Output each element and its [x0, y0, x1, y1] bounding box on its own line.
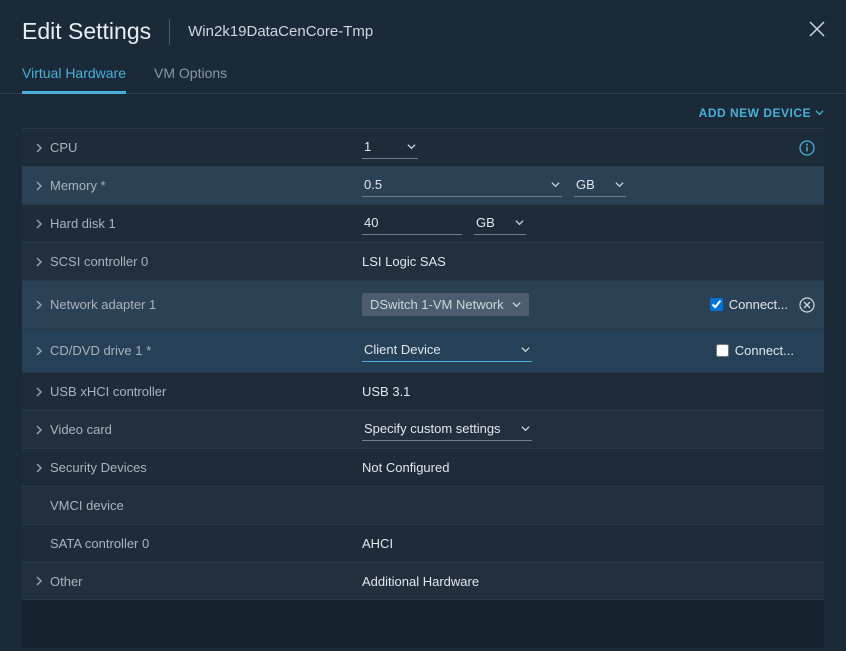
info-icon[interactable] [798, 139, 816, 157]
label-vmci: VMCI device [48, 498, 362, 513]
row-other: Other Additional Hardware [22, 562, 824, 600]
tab-virtual-hardware[interactable]: Virtual Hardware [22, 59, 126, 94]
remove-icon [799, 297, 815, 313]
expand-cddvd1[interactable] [30, 346, 48, 356]
cddvd1-select[interactable]: Client Device [362, 339, 532, 362]
chevron-down-icon [407, 139, 416, 154]
chevron-down-icon [512, 297, 521, 312]
security-value: Not Configured [362, 460, 449, 475]
video-value: Specify custom settings [364, 421, 501, 436]
row-usb: USB xHCI controller USB 3.1 [22, 372, 824, 410]
row-cddvd1: CD/DVD drive 1 * Client Device Connect..… [22, 328, 824, 372]
chevron-down-icon [815, 106, 824, 120]
add-new-device-button[interactable]: ADD NEW DEVICE [699, 106, 824, 120]
close-button[interactable] [808, 20, 826, 38]
row-video: Video card Specify custom settings [22, 410, 824, 448]
tab-bar: Virtual Hardware VM Options [0, 59, 846, 94]
label-usb: USB xHCI controller [48, 384, 362, 399]
memory-unit-select[interactable]: GB [574, 174, 626, 197]
row-sata0: SATA controller 0 AHCI [22, 524, 824, 562]
label-other: Other [48, 574, 362, 589]
memory-value: 0.5 [364, 177, 382, 192]
row-scsi0: SCSI controller 0 LSI Logic SAS [22, 242, 824, 280]
vm-name: Win2k19DataCenCore-Tmp [188, 23, 373, 40]
label-cddvd1: CD/DVD drive 1 * [48, 343, 362, 358]
row-vmci: VMCI device [22, 486, 824, 524]
network1-connect-label: Connect... [729, 297, 788, 312]
row-cpu: CPU 1 [22, 128, 824, 166]
label-sata0: SATA controller 0 [48, 536, 362, 551]
video-select[interactable]: Specify custom settings [362, 418, 532, 441]
network1-remove-button[interactable] [798, 296, 816, 314]
row-security: Security Devices Not Configured [22, 448, 824, 486]
memory-value-select[interactable]: 0.5 [362, 174, 562, 197]
network1-value: DSwitch 1-VM Network [370, 297, 504, 312]
expand-usb[interactable] [30, 387, 48, 397]
settings-list: CPU 1 Memory * 0.5 GB [0, 128, 846, 600]
expand-network1[interactable] [30, 300, 48, 310]
sata0-value: AHCI [362, 536, 393, 551]
expand-security[interactable] [30, 463, 48, 473]
cddvd1-connect-label: Connect... [735, 343, 794, 358]
chevron-down-icon [521, 421, 530, 436]
expand-scsi0[interactable] [30, 257, 48, 267]
chevron-down-icon [515, 215, 524, 230]
label-harddisk1: Hard disk 1 [48, 216, 362, 231]
usb-value: USB 3.1 [362, 384, 410, 399]
label-security: Security Devices [48, 460, 362, 475]
harddisk1-unit: GB [476, 215, 495, 230]
chevron-down-icon [551, 177, 560, 192]
close-icon [808, 20, 826, 38]
chevron-down-icon [615, 177, 624, 192]
scsi0-value: LSI Logic SAS [362, 254, 446, 269]
dialog-header: Edit Settings Win2k19DataCenCore-Tmp [0, 0, 846, 59]
header-divider [169, 19, 170, 45]
network1-select[interactable]: DSwitch 1-VM Network [362, 293, 529, 316]
row-memory: Memory * 0.5 GB [22, 166, 824, 204]
harddisk1-unit-select[interactable]: GB [474, 212, 526, 235]
label-scsi0: SCSI controller 0 [48, 254, 362, 269]
row-network1: Network adapter 1 DSwitch 1-VM Network C… [22, 280, 824, 328]
cpu-select[interactable]: 1 [362, 136, 418, 159]
footer-area [22, 600, 824, 648]
memory-unit: GB [576, 177, 595, 192]
expand-memory[interactable] [30, 181, 48, 191]
label-video: Video card [48, 422, 362, 437]
toolbar: ADD NEW DEVICE [0, 94, 846, 128]
other-value: Additional Hardware [362, 574, 479, 589]
label-memory: Memory * [48, 178, 362, 193]
cddvd1-connect-checkbox[interactable] [716, 344, 729, 357]
expand-harddisk1[interactable] [30, 219, 48, 229]
chevron-down-icon [521, 342, 530, 357]
cpu-value: 1 [364, 139, 371, 154]
harddisk1-size-input[interactable] [362, 212, 462, 235]
cddvd1-value: Client Device [364, 342, 441, 357]
expand-video[interactable] [30, 425, 48, 435]
dialog-title: Edit Settings [22, 18, 151, 45]
expand-other[interactable] [30, 576, 48, 586]
expand-cpu[interactable] [30, 143, 48, 153]
add-new-device-label: ADD NEW DEVICE [699, 106, 811, 120]
label-cpu: CPU [48, 140, 362, 155]
tab-vm-options[interactable]: VM Options [154, 59, 227, 94]
label-network1: Network adapter 1 [48, 297, 362, 312]
row-harddisk1: Hard disk 1 GB [22, 204, 824, 242]
network1-connect-checkbox[interactable] [710, 298, 723, 311]
